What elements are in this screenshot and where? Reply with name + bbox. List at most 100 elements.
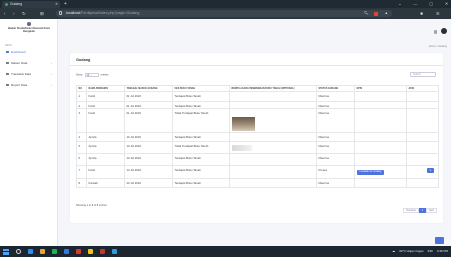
cell-berita xyxy=(229,101,317,109)
cell-tanggal: 13 Jul 2022 xyxy=(124,165,173,179)
cell-aksi xyxy=(406,108,439,133)
extensions-icon[interactable]: ✱ xyxy=(420,8,424,19)
search-icon[interactable] xyxy=(16,249,21,254)
cell-cek: Terdapat Buku Tanah xyxy=(172,153,230,166)
bookmark-icon[interactable]: ⊞ xyxy=(40,8,44,19)
weather-icon[interactable]: ☁ xyxy=(392,246,395,257)
entries-select[interactable]: 10 ⌄ xyxy=(84,73,99,77)
page-1-button[interactable]: 1 xyxy=(418,208,427,213)
cell-opsi xyxy=(354,153,407,166)
prev-page-button[interactable]: Previous xyxy=(403,208,419,213)
entries-value: 10 xyxy=(86,74,90,77)
page-title: Gudang xyxy=(76,58,91,62)
gudang-card: Gudang Show 10 ⌄ entries Search: NO NAMA P… xyxy=(70,53,443,223)
cell-nama: Farid xyxy=(86,101,125,109)
app2-icon[interactable] xyxy=(100,249,105,254)
cell-no: 5 xyxy=(76,141,87,154)
clock[interactable]: 4:36 PM xyxy=(437,246,448,257)
cell-cek: Terdapat Buku Tanah xyxy=(172,101,230,109)
minimize-icon[interactable]: — xyxy=(413,0,417,8)
cell-status: Diterima xyxy=(316,108,355,133)
cell-cek: Terdapat Buku Tanah xyxy=(172,178,230,188)
app3-icon[interactable] xyxy=(112,249,117,254)
berita-acara-image[interactable] xyxy=(231,117,255,131)
cell-opsi xyxy=(354,132,407,142)
cell-status: Proses xyxy=(316,165,355,179)
zoom-icon[interactable]: 🔍︎ xyxy=(364,10,369,17)
sidebar-item-master-data[interactable]: Master Data › xyxy=(3,60,55,66)
search-input[interactable]: Search: xyxy=(410,72,436,77)
cell-nama: Farid xyxy=(86,91,125,102)
settings-icon[interactable] xyxy=(433,30,437,34)
cell-tanggal: 01 Jul 2022 xyxy=(124,91,173,102)
cell-nama: Farsiah xyxy=(86,178,125,188)
shield-icon[interactable] xyxy=(374,11,379,16)
berita-acara-document[interactable] xyxy=(231,145,252,151)
reload-icon[interactable]: ↻ xyxy=(22,8,26,19)
info-icon[interactable] xyxy=(59,11,62,15)
cell-no: 8 xyxy=(76,178,87,188)
sidebar-item-transaksi-data[interactable]: Transaksi Data › xyxy=(3,71,55,77)
gudang-table: NO NAMA PEMOHON TANGGAL MASUK GUDANG CEK… xyxy=(76,85,439,188)
sidebar: Badan Pendaftaran Nasional Kota Bengkulu… xyxy=(0,19,58,246)
url-host: localhost xyxy=(66,11,81,15)
table-row: 4 Apriza 10 Jul 2022 Terdapat Buku Tanah… xyxy=(76,132,439,142)
cell-opsi: Lunaskan ke Gudang xyxy=(354,165,407,179)
alert-icon[interactable]: ▲ xyxy=(384,10,388,17)
back-icon[interactable]: ‹ xyxy=(4,8,6,19)
close-window-icon[interactable]: ✕ xyxy=(445,0,448,8)
windows-start-icon[interactable] xyxy=(3,248,9,255)
cell-no: 3 xyxy=(76,108,87,133)
cell-no: 2 xyxy=(76,101,87,109)
cell-opsi xyxy=(354,141,407,154)
cell-berita xyxy=(229,178,317,188)
cell-opsi xyxy=(354,178,407,188)
cell-nama: Farid xyxy=(86,108,125,133)
folder-icon xyxy=(6,61,9,65)
next-page-button[interactable]: Next xyxy=(426,208,437,213)
maximize-icon[interactable]: ▢ xyxy=(429,0,433,8)
table-row: 8 Farsiah 20 Jul 2022 Terdapat Buku Tana… xyxy=(76,178,439,188)
word-icon[interactable] xyxy=(64,249,69,254)
lunaskan-button[interactable]: Lunaskan ke Gudang xyxy=(356,170,385,175)
app-icon[interactable] xyxy=(52,249,57,254)
browser-icon[interactable] xyxy=(76,249,81,254)
task-view-icon[interactable] xyxy=(28,249,33,254)
cell-nama: Apriza xyxy=(86,132,125,142)
tab-gudang[interactable]: Gudang ✕ xyxy=(2,1,60,8)
cell-berita xyxy=(229,141,317,154)
file-explorer-icon[interactable] xyxy=(40,249,45,254)
cell-status: Diterima xyxy=(316,141,355,154)
cell-aksi: ✎ xyxy=(406,165,439,179)
sidebar-item-report-data[interactable]: Report Data › xyxy=(3,82,55,88)
table-row: 7 Farid 13 Jul 2022 Terdapat Buku Tanah … xyxy=(76,165,439,179)
sidebar-item-label: Dashboard xyxy=(11,50,26,54)
cell-aksi xyxy=(406,132,439,142)
chevron-right-icon: › xyxy=(51,61,52,65)
scroll-top-button[interactable] xyxy=(435,237,444,244)
cell-no: 6 xyxy=(76,153,87,166)
new-tab-button[interactable]: + xyxy=(64,0,67,8)
cell-status: Diterima xyxy=(316,153,355,166)
edit-button[interactable]: ✎ xyxy=(427,168,434,173)
system-tray: ☁ 32°C Hujan ringan IND 4:36 PM xyxy=(392,246,448,257)
avatar[interactable] xyxy=(441,28,447,34)
url-input[interactable]: localhost/Ferdiipesa/index.php?page=Guda… xyxy=(56,10,392,17)
cell-aksi xyxy=(406,141,439,154)
table-row: 6 Apriza 10 Jul 2022 Terdapat Buku Tanah… xyxy=(76,153,439,166)
close-icon[interactable]: ✕ xyxy=(55,1,58,8)
cell-aksi xyxy=(406,91,439,102)
url-path: /Ferdiipesa/index.php?page=Gudang xyxy=(80,11,140,15)
weather-text[interactable]: 32°C Hujan ringan xyxy=(399,246,424,257)
cell-nama: Apriza xyxy=(86,141,125,154)
menu-icon[interactable]: ☰ xyxy=(436,8,440,19)
folder-icon[interactable] xyxy=(88,249,93,254)
cell-nama: Farid xyxy=(86,165,125,179)
forward-icon[interactable]: › xyxy=(13,8,15,19)
sidebar-item-dashboard[interactable]: Dashboard xyxy=(3,49,55,55)
language-indicator[interactable]: IND xyxy=(428,246,433,257)
cell-status: Diterima xyxy=(316,178,355,188)
sidebar-item-label: Master Data xyxy=(11,61,28,65)
tab-search-icon[interactable]: ⌄ xyxy=(398,0,401,8)
sidebar-item-label: Report Data xyxy=(11,83,28,87)
